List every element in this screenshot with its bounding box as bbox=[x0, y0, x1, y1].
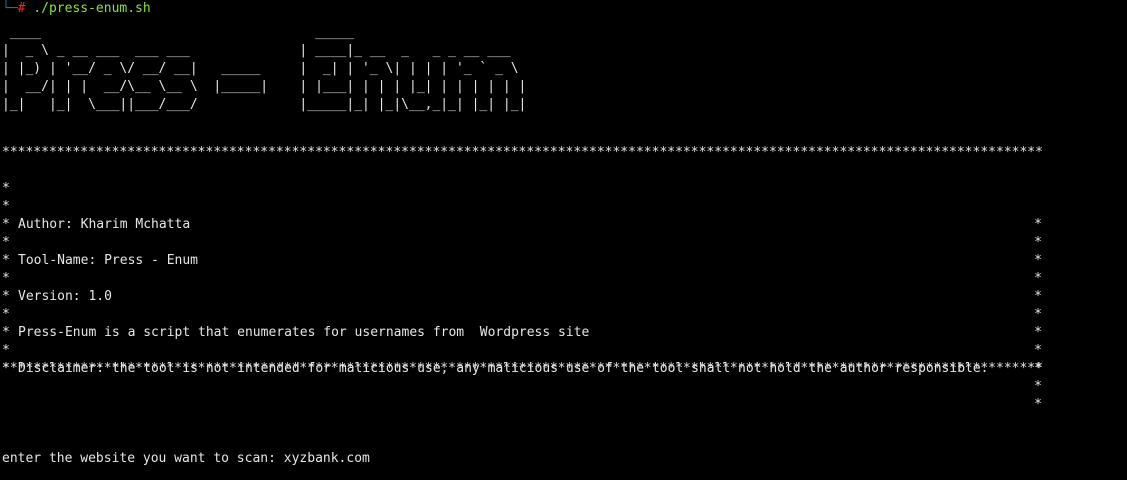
info-row: * * bbox=[2, 162, 1042, 232]
scan-prompt-label: enter the website you want to scan: bbox=[2, 451, 284, 466]
info-row-tool-name: * Tool-Name: Press - Enum * bbox=[2, 216, 1042, 286]
disclaimer-text: Disclaimer: the tool is not intended for… bbox=[18, 361, 989, 376]
prompt-corner-glyph: └─ bbox=[2, 1, 18, 16]
info-row-disclaimer: * Disclaimer: the tool is not intended f… bbox=[2, 324, 1042, 394]
right-star: * bbox=[1034, 361, 1042, 376]
terminal-window[interactable]: └─# ./press-enum.sh ____ _____ | _ \ _ _… bbox=[0, 0, 1127, 480]
right-star: * bbox=[1034, 397, 1042, 412]
info-box-top-border: ****************************************… bbox=[2, 145, 1042, 160]
info-row-version: * Version: 1.0 * bbox=[2, 252, 1042, 322]
info-row-description: * Press-Enum is a script that enumerates… bbox=[2, 288, 1042, 358]
shell-command: ./press-enum.sh bbox=[25, 1, 151, 16]
info-row: * * bbox=[2, 342, 1042, 412]
info-row: * * bbox=[2, 306, 1042, 376]
info-row-author: * Author: Kharim Mchatta * bbox=[2, 180, 1042, 250]
scan-prompt-line[interactable]: enter the website you want to scan: xyzb… bbox=[2, 450, 370, 468]
info-row: * * bbox=[2, 234, 1042, 304]
info-row: * * bbox=[2, 198, 1042, 268]
shell-prompt-line: └─# ./press-enum.sh bbox=[2, 0, 151, 18]
info-row: * * bbox=[2, 270, 1042, 340]
website-input-value[interactable]: xyzbank.com bbox=[284, 451, 370, 466]
left-star: * bbox=[2, 361, 10, 376]
press-enum-ascii-banner: ____ _____ | _ \ _ __ ___ ___ ___ | ____… bbox=[2, 25, 527, 112]
right-star: * bbox=[1034, 379, 1042, 394]
info-box: ****************************************… bbox=[2, 144, 1042, 412]
